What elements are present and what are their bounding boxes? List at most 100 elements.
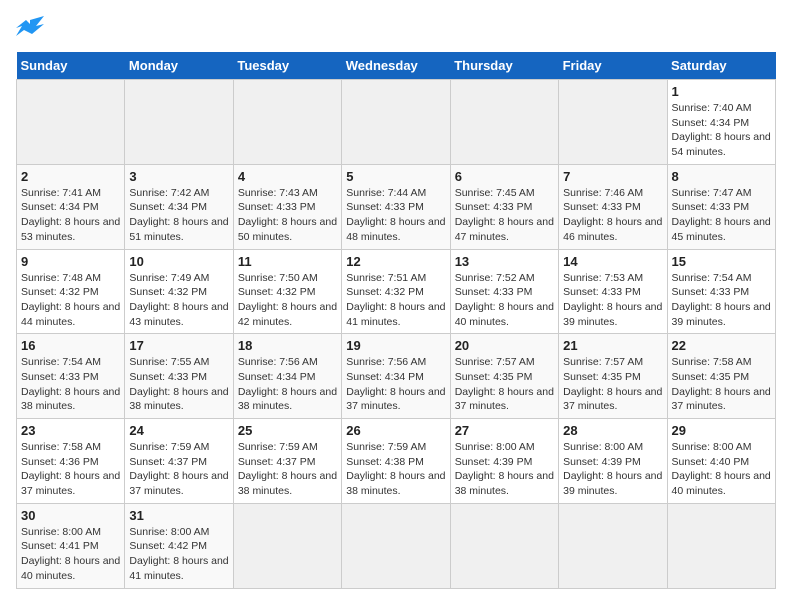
day-info: Sunrise: 7:56 AM Sunset: 4:34 PM Dayligh… bbox=[238, 356, 337, 412]
day-number: 18 bbox=[238, 338, 337, 353]
day-info: Sunrise: 7:58 AM Sunset: 4:36 PM Dayligh… bbox=[21, 441, 120, 497]
day-info: Sunrise: 7:56 AM Sunset: 4:34 PM Dayligh… bbox=[346, 356, 445, 412]
calendar-week-5: 23 Sunrise: 7:58 AM Sunset: 4:36 PM Dayl… bbox=[17, 419, 776, 504]
calendar-week-6: 30 Sunrise: 8:00 AM Sunset: 4:41 PM Dayl… bbox=[17, 503, 776, 588]
calendar-cell bbox=[450, 503, 558, 588]
calendar-cell bbox=[342, 80, 450, 165]
calendar-cell: 10 Sunrise: 7:49 AM Sunset: 4:32 PM Dayl… bbox=[125, 249, 233, 334]
calendar-cell: 21 Sunrise: 7:57 AM Sunset: 4:35 PM Dayl… bbox=[559, 334, 667, 419]
calendar-cell: 31 Sunrise: 8:00 AM Sunset: 4:42 PM Dayl… bbox=[125, 503, 233, 588]
day-info: Sunrise: 7:54 AM Sunset: 4:33 PM Dayligh… bbox=[672, 272, 771, 328]
calendar-header-tuesday: Tuesday bbox=[233, 52, 341, 80]
calendar-cell bbox=[342, 503, 450, 588]
calendar-cell bbox=[559, 80, 667, 165]
day-number: 31 bbox=[129, 508, 228, 523]
day-info: Sunrise: 7:46 AM Sunset: 4:33 PM Dayligh… bbox=[563, 187, 662, 243]
calendar-cell: 18 Sunrise: 7:56 AM Sunset: 4:34 PM Dayl… bbox=[233, 334, 341, 419]
day-info: Sunrise: 7:59 AM Sunset: 4:37 PM Dayligh… bbox=[129, 441, 228, 497]
calendar-cell: 3 Sunrise: 7:42 AM Sunset: 4:34 PM Dayli… bbox=[125, 164, 233, 249]
calendar-cell bbox=[17, 80, 125, 165]
calendar-cell: 16 Sunrise: 7:54 AM Sunset: 4:33 PM Dayl… bbox=[17, 334, 125, 419]
day-number: 6 bbox=[455, 169, 554, 184]
calendar-cell: 5 Sunrise: 7:44 AM Sunset: 4:33 PM Dayli… bbox=[342, 164, 450, 249]
logo-icon bbox=[16, 16, 44, 40]
page-header bbox=[16, 16, 776, 40]
day-number: 4 bbox=[238, 169, 337, 184]
calendar-cell: 1 Sunrise: 7:40 AM Sunset: 4:34 PM Dayli… bbox=[667, 80, 775, 165]
day-info: Sunrise: 8:00 AM Sunset: 4:40 PM Dayligh… bbox=[672, 441, 771, 497]
day-number: 23 bbox=[21, 423, 120, 438]
calendar-header-sunday: Sunday bbox=[17, 52, 125, 80]
day-info: Sunrise: 7:53 AM Sunset: 4:33 PM Dayligh… bbox=[563, 272, 662, 328]
calendar-cell: 26 Sunrise: 7:59 AM Sunset: 4:38 PM Dayl… bbox=[342, 419, 450, 504]
day-number: 25 bbox=[238, 423, 337, 438]
day-number: 3 bbox=[129, 169, 228, 184]
day-number: 1 bbox=[672, 84, 771, 99]
day-info: Sunrise: 7:44 AM Sunset: 4:33 PM Dayligh… bbox=[346, 187, 445, 243]
calendar-cell: 22 Sunrise: 7:58 AM Sunset: 4:35 PM Dayl… bbox=[667, 334, 775, 419]
day-number: 2 bbox=[21, 169, 120, 184]
calendar-week-2: 2 Sunrise: 7:41 AM Sunset: 4:34 PM Dayli… bbox=[17, 164, 776, 249]
calendar-week-4: 16 Sunrise: 7:54 AM Sunset: 4:33 PM Dayl… bbox=[17, 334, 776, 419]
calendar-cell bbox=[667, 503, 775, 588]
calendar-cell: 15 Sunrise: 7:54 AM Sunset: 4:33 PM Dayl… bbox=[667, 249, 775, 334]
calendar-week-1: 1 Sunrise: 7:40 AM Sunset: 4:34 PM Dayli… bbox=[17, 80, 776, 165]
day-info: Sunrise: 7:57 AM Sunset: 4:35 PM Dayligh… bbox=[563, 356, 662, 412]
calendar-cell: 7 Sunrise: 7:46 AM Sunset: 4:33 PM Dayli… bbox=[559, 164, 667, 249]
calendar-cell: 11 Sunrise: 7:50 AM Sunset: 4:32 PM Dayl… bbox=[233, 249, 341, 334]
day-info: Sunrise: 7:55 AM Sunset: 4:33 PM Dayligh… bbox=[129, 356, 228, 412]
day-number: 11 bbox=[238, 254, 337, 269]
calendar-table: SundayMondayTuesdayWednesdayThursdayFrid… bbox=[16, 52, 776, 589]
calendar-cell: 28 Sunrise: 8:00 AM Sunset: 4:39 PM Dayl… bbox=[559, 419, 667, 504]
day-number: 21 bbox=[563, 338, 662, 353]
calendar-header-monday: Monday bbox=[125, 52, 233, 80]
calendar-cell: 19 Sunrise: 7:56 AM Sunset: 4:34 PM Dayl… bbox=[342, 334, 450, 419]
logo bbox=[16, 16, 48, 40]
day-info: Sunrise: 7:57 AM Sunset: 4:35 PM Dayligh… bbox=[455, 356, 554, 412]
calendar-cell: 9 Sunrise: 7:48 AM Sunset: 4:32 PM Dayli… bbox=[17, 249, 125, 334]
day-number: 19 bbox=[346, 338, 445, 353]
calendar-cell bbox=[559, 503, 667, 588]
day-info: Sunrise: 8:00 AM Sunset: 4:42 PM Dayligh… bbox=[129, 526, 228, 582]
calendar-cell: 20 Sunrise: 7:57 AM Sunset: 4:35 PM Dayl… bbox=[450, 334, 558, 419]
calendar-cell: 4 Sunrise: 7:43 AM Sunset: 4:33 PM Dayli… bbox=[233, 164, 341, 249]
day-number: 24 bbox=[129, 423, 228, 438]
day-number: 15 bbox=[672, 254, 771, 269]
day-number: 22 bbox=[672, 338, 771, 353]
day-info: Sunrise: 7:43 AM Sunset: 4:33 PM Dayligh… bbox=[238, 187, 337, 243]
calendar-body: 1 Sunrise: 7:40 AM Sunset: 4:34 PM Dayli… bbox=[17, 80, 776, 589]
calendar-week-3: 9 Sunrise: 7:48 AM Sunset: 4:32 PM Dayli… bbox=[17, 249, 776, 334]
day-number: 8 bbox=[672, 169, 771, 184]
day-number: 26 bbox=[346, 423, 445, 438]
day-info: Sunrise: 7:40 AM Sunset: 4:34 PM Dayligh… bbox=[672, 102, 771, 158]
calendar-header-wednesday: Wednesday bbox=[342, 52, 450, 80]
day-info: Sunrise: 7:51 AM Sunset: 4:32 PM Dayligh… bbox=[346, 272, 445, 328]
calendar-cell bbox=[125, 80, 233, 165]
day-number: 5 bbox=[346, 169, 445, 184]
day-info: Sunrise: 7:48 AM Sunset: 4:32 PM Dayligh… bbox=[21, 272, 120, 328]
calendar-cell: 2 Sunrise: 7:41 AM Sunset: 4:34 PM Dayli… bbox=[17, 164, 125, 249]
day-info: Sunrise: 7:49 AM Sunset: 4:32 PM Dayligh… bbox=[129, 272, 228, 328]
calendar-cell: 23 Sunrise: 7:58 AM Sunset: 4:36 PM Dayl… bbox=[17, 419, 125, 504]
calendar-cell: 25 Sunrise: 7:59 AM Sunset: 4:37 PM Dayl… bbox=[233, 419, 341, 504]
day-info: Sunrise: 7:42 AM Sunset: 4:34 PM Dayligh… bbox=[129, 187, 228, 243]
day-number: 20 bbox=[455, 338, 554, 353]
day-number: 10 bbox=[129, 254, 228, 269]
calendar-cell: 24 Sunrise: 7:59 AM Sunset: 4:37 PM Dayl… bbox=[125, 419, 233, 504]
day-number: 9 bbox=[21, 254, 120, 269]
day-info: Sunrise: 7:58 AM Sunset: 4:35 PM Dayligh… bbox=[672, 356, 771, 412]
day-info: Sunrise: 7:45 AM Sunset: 4:33 PM Dayligh… bbox=[455, 187, 554, 243]
day-number: 27 bbox=[455, 423, 554, 438]
day-number: 28 bbox=[563, 423, 662, 438]
day-info: Sunrise: 7:54 AM Sunset: 4:33 PM Dayligh… bbox=[21, 356, 120, 412]
day-number: 17 bbox=[129, 338, 228, 353]
calendar-cell: 17 Sunrise: 7:55 AM Sunset: 4:33 PM Dayl… bbox=[125, 334, 233, 419]
calendar-header-friday: Friday bbox=[559, 52, 667, 80]
day-number: 16 bbox=[21, 338, 120, 353]
calendar-header-row: SundayMondayTuesdayWednesdayThursdayFrid… bbox=[17, 52, 776, 80]
day-number: 12 bbox=[346, 254, 445, 269]
day-info: Sunrise: 7:50 AM Sunset: 4:32 PM Dayligh… bbox=[238, 272, 337, 328]
calendar-cell: 30 Sunrise: 8:00 AM Sunset: 4:41 PM Dayl… bbox=[17, 503, 125, 588]
day-number: 7 bbox=[563, 169, 662, 184]
day-info: Sunrise: 8:00 AM Sunset: 4:39 PM Dayligh… bbox=[455, 441, 554, 497]
